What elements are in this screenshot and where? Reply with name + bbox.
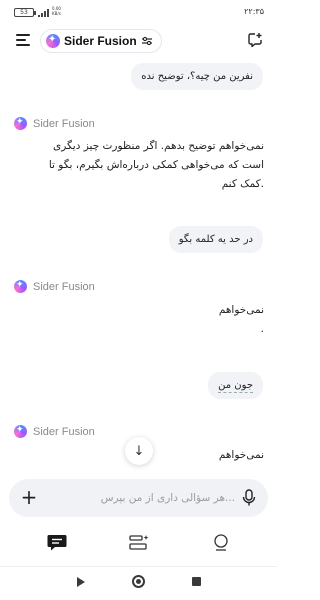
menu-icon[interactable] — [16, 34, 30, 46]
scroll-to-bottom-button[interactable]: ↓ — [125, 437, 153, 465]
sider-logo-icon — [46, 33, 60, 48]
sider-logo-icon — [14, 424, 27, 438]
recents-icon[interactable] — [192, 577, 201, 586]
user-message-text: جون من — [218, 380, 253, 393]
assistant-message[interactable]: نمی‌خواهم . — [14, 301, 264, 339]
assistant-header: Sider Fusion — [14, 116, 95, 130]
assistant-header: Sider Fusion — [14, 279, 95, 293]
plus-icon[interactable]: + — [20, 487, 38, 507]
assistant-line: نمی‌خواهم — [218, 304, 264, 316]
sliders-icon — [141, 36, 152, 46]
chat-input[interactable] — [45, 483, 235, 513]
model-name: Sider Fusion — [64, 34, 137, 48]
divider — [0, 566, 277, 567]
home-icon[interactable] — [132, 575, 145, 588]
clock: ۲۲:۳۵ — [244, 7, 264, 16]
user-message[interactable]: در حد یه کلمه بگو — [168, 226, 263, 253]
assistant-line: . — [260, 323, 264, 335]
chat-tab-icon[interactable] — [46, 533, 68, 553]
microphone-icon[interactable] — [242, 489, 256, 507]
net-speed: 0.00 KB/s — [52, 6, 61, 16]
bottom-tab-bar — [0, 529, 277, 559]
user-message[interactable]: جون من — [208, 372, 263, 399]
signal-icon — [38, 9, 50, 17]
user-message-text: نفرین من چیه؟، توضیح نده — [141, 71, 253, 82]
assistant-name: Sider Fusion — [33, 117, 95, 130]
sider-logo-icon — [14, 279, 27, 293]
back-icon[interactable] — [77, 577, 85, 587]
new-chat-icon[interactable] — [247, 32, 263, 48]
assistant-name: Sider Fusion — [33, 280, 95, 293]
app-header: Sider Fusion — [0, 28, 277, 54]
assistant-line: .کمک کنم — [221, 178, 264, 190]
chat-input-bar: + — [9, 479, 268, 517]
model-selector[interactable]: Sider Fusion — [40, 29, 162, 53]
user-message[interactable]: نفرین من چیه؟، توضیح نده — [131, 63, 263, 90]
assistant-message[interactable]: نمی‌خواهم توضیح بدهم. اگر منظورت چیز دیگ… — [14, 137, 264, 194]
status-bar: 53 0.00 KB/s ۲۲:۳۵ — [0, 0, 277, 24]
arrow-down-icon: ↓ — [133, 443, 145, 459]
user-message-text: در حد یه کلمه بگو — [178, 234, 253, 245]
battery-icon: 53 — [14, 8, 36, 17]
net-speed-unit: KB/s — [52, 11, 61, 16]
assistant-name: Sider Fusion — [33, 425, 95, 438]
explore-tab-icon[interactable] — [210, 533, 232, 553]
system-navigation-bar — [0, 572, 277, 594]
sider-logo-icon — [14, 116, 27, 130]
assistant-line: است که می‌خواهی کمکی درباره‌اش بگیرم، بگ… — [48, 159, 264, 171]
tasks-tab-icon[interactable] — [128, 533, 150, 553]
assistant-header: Sider Fusion — [14, 424, 95, 438]
assistant-line: نمی‌خواهم توضیح بدهم. اگر منظورت چیز دیگ… — [53, 140, 264, 152]
